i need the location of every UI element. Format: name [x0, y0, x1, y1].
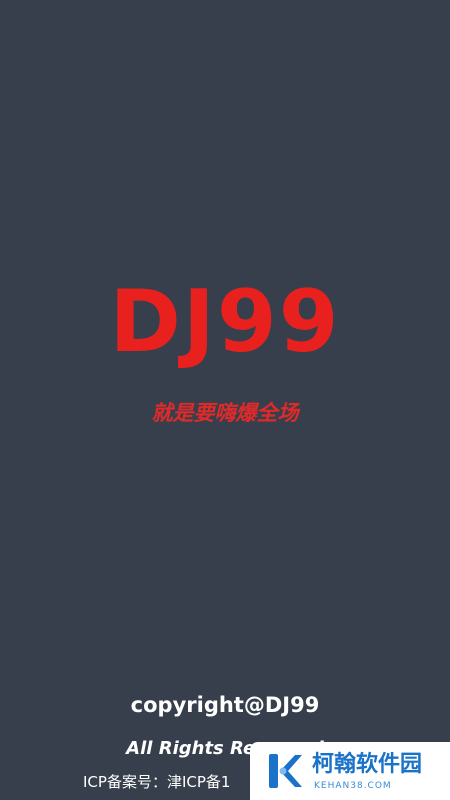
icp-license-text: ICP备案号：津ICP备1: [83, 773, 231, 791]
k-logo-icon: [269, 754, 302, 788]
watermark-domain: KEHAN38.COM: [314, 781, 392, 791]
splash-screen: DJ99 就是要嗨爆全场 copyright@DJ99 All Rights R…: [0, 0, 450, 800]
site-watermark: 柯翰软件园 KEHAN38.COM: [250, 742, 450, 800]
app-brand-title: DJ99: [109, 272, 341, 372]
watermark-site-name: 柯翰软件园: [312, 752, 423, 777]
copyright-text: copyright@DJ99: [130, 693, 320, 717]
app-slogan: 就是要嗨爆全场: [151, 401, 299, 425]
